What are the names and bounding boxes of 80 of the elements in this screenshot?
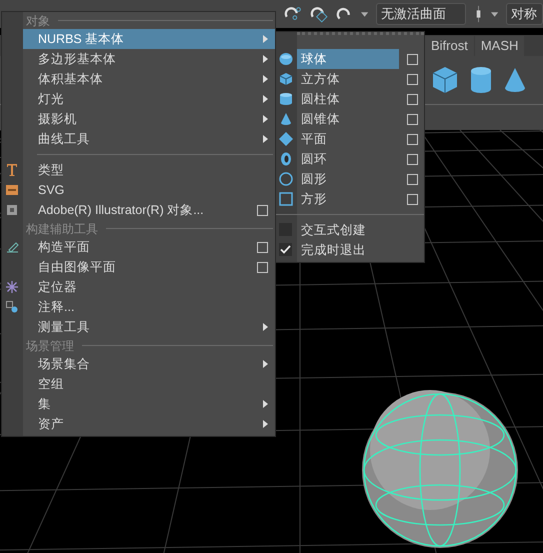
- menu-item[interactable]: 注释...: [23, 297, 275, 317]
- menu-item[interactable]: NURBS 基本体: [23, 29, 275, 49]
- cube-icon: [279, 72, 293, 86]
- menu-item[interactable]: 圆环: [297, 149, 399, 169]
- option-box[interactable]: [407, 94, 418, 104]
- menu-item[interactable]: 曲线工具: [23, 129, 275, 149]
- option-box[interactable]: [407, 174, 418, 184]
- menu-item[interactable]: 定位器: [23, 277, 275, 297]
- submenu-arrow-icon: [263, 55, 268, 63]
- menu-item[interactable]: 灯光: [23, 89, 275, 109]
- star-icon: [6, 281, 18, 293]
- shelf-tab[interactable]: MASH: [474, 36, 524, 56]
- section-header: 构建辅助工具: [26, 220, 98, 238]
- surface-field[interactable]: 无激活曲面: [376, 3, 466, 25]
- menu-item[interactable]: 圆柱体: [297, 89, 399, 109]
- menu-item[interactable]: 构造平面: [23, 237, 275, 257]
- menu-item[interactable]: Adobe(R) Illustrator(R) 对象...: [23, 200, 275, 220]
- option-box[interactable]: [407, 54, 418, 64]
- submenu-arrow-icon: [263, 323, 268, 331]
- cylinder-icon[interactable]: [470, 66, 492, 94]
- menu-item[interactable]: 自由图像平面: [23, 257, 275, 277]
- menu-item[interactable]: 球体: [297, 49, 399, 69]
- cylinder-icon: [279, 92, 293, 106]
- sphere-icon: [279, 52, 293, 66]
- menu-item[interactable]: 体积基本体: [23, 69, 275, 89]
- symmetry-field[interactable]: 对称: [506, 3, 543, 25]
- torus-icon: [279, 152, 293, 166]
- option-box[interactable]: [407, 114, 418, 124]
- option-box[interactable]: [407, 134, 418, 144]
- menu-item[interactable]: 平面: [297, 129, 399, 149]
- section-header: 场景管理: [26, 338, 74, 354]
- menu-item[interactable]: 资产: [23, 414, 275, 434]
- slider-handle-icon[interactable]: [474, 5, 483, 23]
- submenu-arrow-icon: [263, 135, 268, 143]
- option-box[interactable]: [257, 242, 268, 252]
- caret-icon[interactable]: [360, 12, 368, 16]
- letter-t-icon: [6, 163, 18, 177]
- shelf-tab[interactable]: Bifrost: [425, 36, 474, 56]
- menu-item[interactable]: 集: [23, 394, 275, 414]
- menu-item[interactable]: 立方体: [297, 69, 399, 89]
- menu-item[interactable]: 完成时退出: [297, 240, 424, 260]
- caret-icon[interactable]: [490, 12, 498, 16]
- menu-item[interactable]: 圆形: [297, 169, 399, 189]
- document-icon: [6, 185, 18, 195]
- menu-item[interactable]: 摄影机: [23, 109, 275, 129]
- menu-item[interactable]: 场景集合: [23, 354, 275, 374]
- cone-icon[interactable]: [504, 67, 526, 93]
- menu-item[interactable]: 测量工具: [23, 317, 275, 337]
- menu-item[interactable]: 空组: [23, 374, 275, 394]
- square-icon: [279, 192, 293, 206]
- submenu-arrow-icon: [263, 115, 268, 123]
- menu-item[interactable]: 多边形基本体: [23, 49, 275, 69]
- submenu-arrow-icon: [263, 420, 268, 428]
- diamond-icon: [279, 132, 293, 146]
- checkbox[interactable]: [279, 243, 292, 256]
- submenu-arrow-icon: [263, 400, 268, 408]
- menu-item[interactable]: 圆锥体: [297, 109, 399, 129]
- section-header: 对象: [26, 12, 50, 30]
- pencil-icon: [6, 242, 18, 252]
- submenu-arrow-icon: [263, 75, 268, 83]
- menu-item[interactable]: 方形: [297, 189, 399, 209]
- option-box[interactable]: [407, 154, 418, 164]
- snap-magnet-icon[interactable]: [284, 5, 302, 23]
- cone-icon: [279, 112, 293, 126]
- menu-item[interactable]: 类型: [23, 160, 275, 180]
- submenu-arrow-icon: [263, 95, 268, 103]
- option-box[interactable]: [407, 74, 418, 84]
- cube-icon[interactable]: [432, 66, 458, 94]
- annotation-icon: [6, 301, 18, 313]
- menu-item[interactable]: SVG: [23, 180, 275, 200]
- document-icon: [7, 205, 17, 215]
- submenu-arrow-icon: [263, 35, 268, 43]
- option-box[interactable]: [257, 262, 268, 272]
- option-box[interactable]: [257, 204, 268, 216]
- option-box[interactable]: [407, 194, 418, 204]
- snap-magnet-icon[interactable]: [310, 5, 328, 23]
- menu-item[interactable]: 交互式创建: [297, 220, 424, 240]
- circle-icon: [279, 172, 293, 186]
- submenu-arrow-icon: [263, 360, 268, 368]
- checkmark-icon: [280, 245, 291, 254]
